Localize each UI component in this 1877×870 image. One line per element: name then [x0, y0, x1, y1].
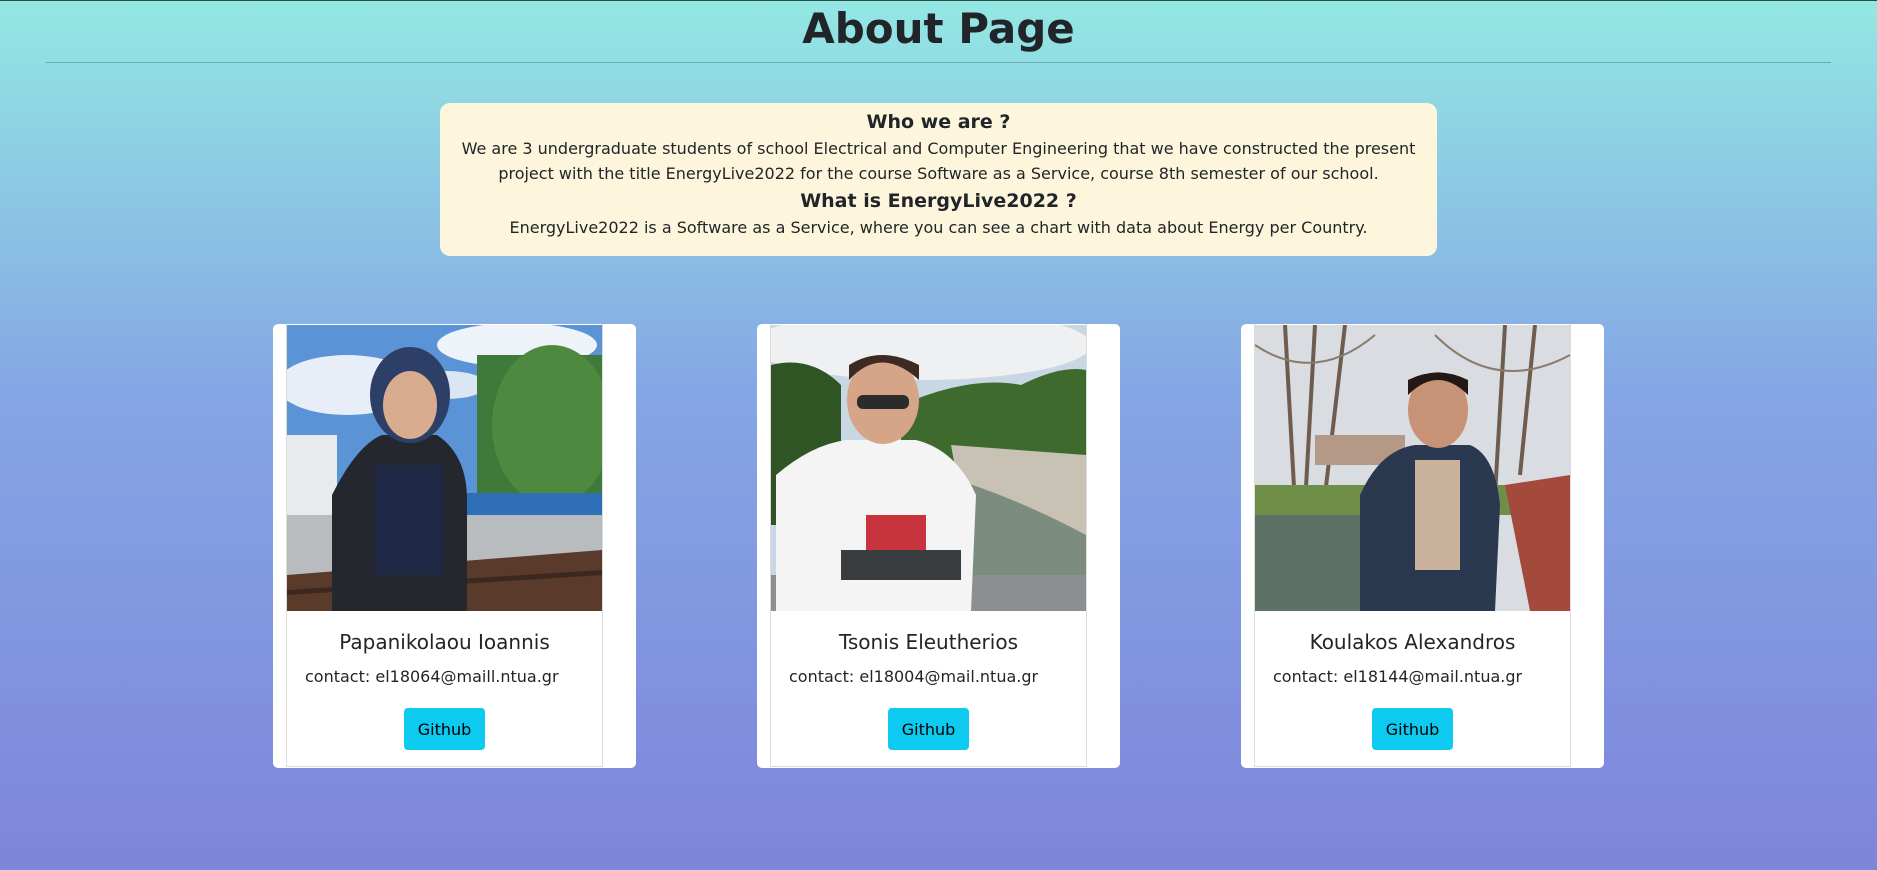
about-info-box: Who we are ? We are 3 undergraduate stud…	[440, 103, 1437, 256]
what-is-heading: What is EnergyLive2022 ?	[800, 190, 1077, 212]
team-member-card: Papanikolaou Ioannis contact: el18064@ma…	[273, 324, 636, 768]
member-contact: contact: el18144@mail.ntua.gr	[1273, 667, 1523, 686]
member-contact: contact: el18004@mail.ntua.gr	[789, 667, 1039, 686]
member-photo	[1255, 325, 1570, 611]
member-photo	[287, 325, 602, 611]
top-border	[0, 0, 1877, 1]
github-button[interactable]: Github	[1372, 708, 1453, 750]
member-name: Papanikolaou Ioannis	[339, 630, 550, 654]
github-button[interactable]: Github	[888, 708, 969, 750]
member-name: Tsonis Eleutherios	[838, 630, 1018, 654]
title-divider	[46, 62, 1831, 63]
github-button[interactable]: Github	[404, 708, 485, 750]
what-is-text: EnergyLive2022 is a Software as a Servic…	[509, 218, 1368, 237]
page-title: About Page	[802, 4, 1075, 53]
member-photo	[771, 325, 1086, 611]
member-contact: contact: el18064@maill.ntua.gr	[305, 667, 559, 686]
who-we-are-text: We are 3 undergraduate students of schoo…	[461, 139, 1416, 183]
team-member-card: Tsonis Eleutherios contact: el18004@mail…	[757, 324, 1120, 768]
team-member-card: Koulakos Alexandros contact: el18144@mai…	[1241, 324, 1604, 768]
who-we-are-heading: Who we are ?	[866, 111, 1011, 133]
member-name: Koulakos Alexandros	[1309, 630, 1516, 654]
